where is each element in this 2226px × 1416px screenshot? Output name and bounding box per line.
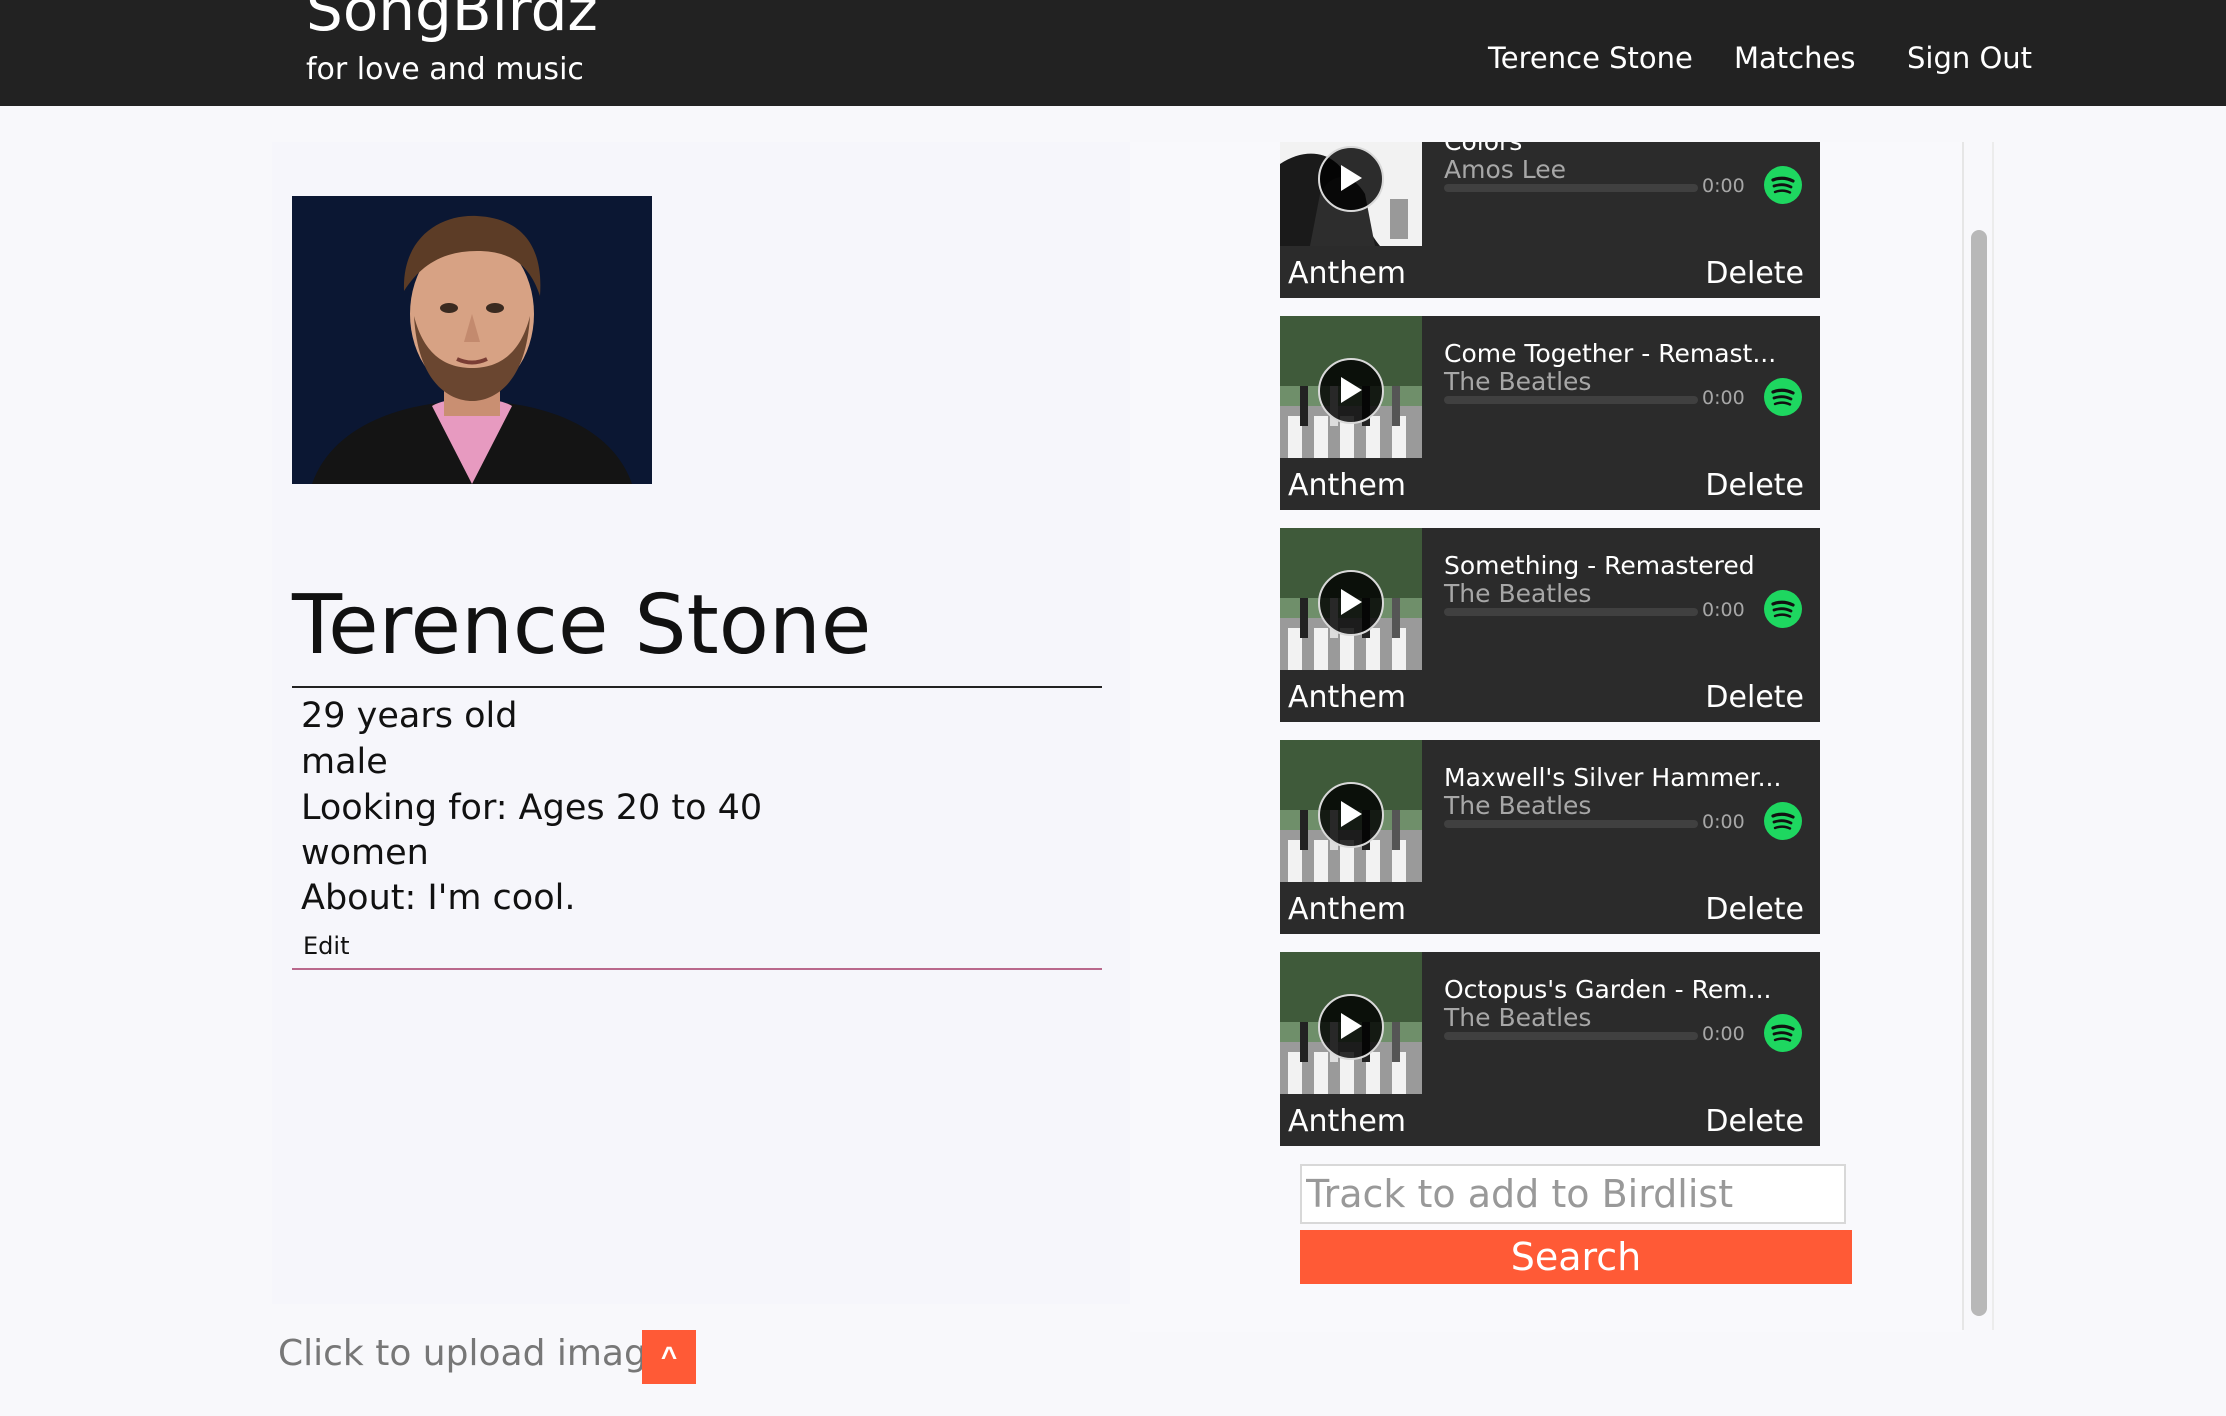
- profile-age: 29 years old: [301, 696, 518, 736]
- track-time: 0:00: [1702, 175, 1745, 197]
- play-button[interactable]: [1318, 146, 1384, 212]
- search-button[interactable]: Search: [1300, 1230, 1852, 1284]
- track-card: Come Together - Remast... The Beatles 0:…: [1280, 316, 1820, 510]
- profile-looking-for: Looking for: Ages 20 to 40: [301, 788, 763, 828]
- profile-interested-in: women: [301, 833, 429, 873]
- profile-about: About: I'm cool.: [301, 878, 576, 918]
- profile-name: Terence Stone: [292, 578, 872, 673]
- track-artist: Amos Lee: [1444, 155, 1566, 184]
- nav-link-matches[interactable]: Matches: [1734, 38, 1855, 78]
- anthem-button[interactable]: Anthem: [1288, 466, 1406, 506]
- track-time: 0:00: [1702, 387, 1745, 409]
- track-card: Colors Amos Lee 0:00 Anthem Delete: [1280, 142, 1820, 298]
- nav-link-profile[interactable]: Terence Stone: [1488, 38, 1693, 78]
- anthem-button[interactable]: Anthem: [1288, 254, 1406, 294]
- delete-button[interactable]: Delete: [1705, 678, 1804, 718]
- track-card: Maxwell's Silver Hammer... The Beatles 0…: [1280, 740, 1820, 934]
- play-button[interactable]: [1318, 570, 1384, 636]
- progress-bar[interactable]: [1444, 396, 1698, 404]
- track-time: 0:00: [1702, 811, 1745, 833]
- progress-bar[interactable]: [1444, 184, 1698, 192]
- track-artist: The Beatles: [1444, 367, 1592, 396]
- track-search-input[interactable]: [1300, 1164, 1846, 1224]
- track-time: 0:00: [1702, 1023, 1745, 1045]
- play-button[interactable]: [1318, 782, 1384, 848]
- progress-bar[interactable]: [1444, 1032, 1698, 1040]
- spotify-icon[interactable]: [1764, 590, 1802, 628]
- delete-button[interactable]: Delete: [1705, 254, 1804, 294]
- edit-divider: [292, 968, 1102, 970]
- delete-button[interactable]: Delete: [1705, 890, 1804, 930]
- profile-gender: male: [301, 742, 388, 782]
- anthem-button[interactable]: Anthem: [1288, 1102, 1406, 1142]
- scrollbar-track: [1992, 142, 1994, 1330]
- progress-bar[interactable]: [1444, 820, 1698, 828]
- track-artist: The Beatles: [1444, 1003, 1592, 1032]
- spotify-icon[interactable]: [1764, 802, 1802, 840]
- track-artist: The Beatles: [1444, 791, 1592, 820]
- brand-tagline: for love and music: [306, 52, 584, 87]
- delete-button[interactable]: Delete: [1705, 466, 1804, 506]
- upload-image-button[interactable]: ^: [642, 1330, 696, 1384]
- top-navbar: SongBirdz for love and music Terence Sto…: [0, 0, 2226, 106]
- track-time: 0:00: [1702, 599, 1745, 621]
- spotify-icon[interactable]: [1764, 166, 1802, 204]
- anthem-button[interactable]: Anthem: [1288, 678, 1406, 718]
- profile-photo: [292, 196, 652, 484]
- edit-profile-link[interactable]: Edit: [303, 930, 349, 962]
- track-artist: The Beatles: [1444, 579, 1592, 608]
- scrollbar-thumb[interactable]: [1971, 230, 1987, 1316]
- nav-link-sign-out[interactable]: Sign Out: [1907, 38, 2032, 78]
- track-card: Octopus's Garden - Rem... The Beatles 0:…: [1280, 952, 1820, 1146]
- play-icon: [1341, 589, 1362, 615]
- panel-divider: [1962, 142, 1964, 1330]
- track-card: Something - Remastered The Beatles 0:00 …: [1280, 528, 1820, 722]
- play-icon: [1341, 1013, 1362, 1039]
- play-icon: [1341, 165, 1362, 191]
- name-divider: [292, 686, 1102, 688]
- profile-photo-image: [292, 196, 652, 484]
- progress-bar[interactable]: [1444, 608, 1698, 616]
- play-button[interactable]: [1318, 994, 1384, 1060]
- play-icon: [1341, 801, 1362, 827]
- spotify-icon[interactable]: [1764, 1014, 1802, 1052]
- brand-title[interactable]: SongBirdz: [306, 0, 598, 42]
- anthem-button[interactable]: Anthem: [1288, 890, 1406, 930]
- delete-button[interactable]: Delete: [1705, 1102, 1804, 1142]
- play-button[interactable]: [1318, 358, 1384, 424]
- upload-image-label[interactable]: Click to upload image: [278, 1330, 669, 1378]
- spotify-icon[interactable]: [1764, 378, 1802, 416]
- play-icon: [1341, 377, 1362, 403]
